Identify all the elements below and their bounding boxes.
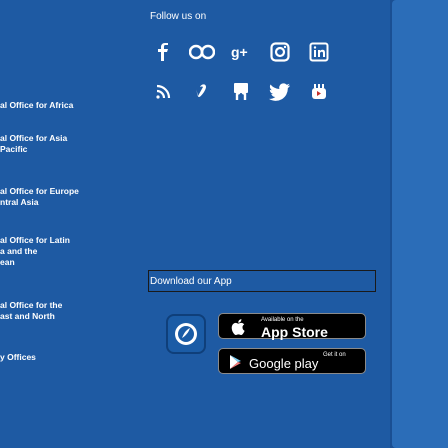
office-link-liaison-offices[interactable]: y Offices <box>0 352 96 363</box>
office-label: al Office for Asia <box>0 133 68 143</box>
office-label: y Offices <box>0 352 36 362</box>
apple-icon <box>231 319 245 335</box>
app-store-name: App Store <box>261 324 328 340</box>
office-label: ean <box>0 257 15 267</box>
facebook-icon[interactable] <box>150 41 176 63</box>
office-link-asia-pacific[interactable]: al Office for Asia Pacific <box>0 133 96 155</box>
linkedin-icon[interactable] <box>306 41 332 63</box>
app-store-button[interactable]: Available on the App Store <box>218 313 366 340</box>
office-label: ast and North <box>0 311 55 321</box>
office-label: al Office for Latin <box>0 235 70 245</box>
office-link-africa[interactable]: al Office for Africa <box>0 100 96 111</box>
office-label: al Office for Europe <box>0 186 79 196</box>
download-app-title: Download our App <box>150 276 232 287</box>
app-store-top-line: Available on the <box>261 317 304 323</box>
office-label: Pacific <box>0 144 28 154</box>
office-link-near-east-north-africa[interactable]: al Office for the ast and North <box>0 300 96 322</box>
vimeo-icon[interactable] <box>189 81 215 103</box>
slideshare-icon[interactable] <box>228 81 254 103</box>
google-play-name: Google play <box>249 356 319 371</box>
regional-offices-list: al Office for Africa al Office for Asia … <box>0 0 100 448</box>
rss-icon[interactable] <box>150 81 176 103</box>
google-plus-icon[interactable]: g+ <box>228 41 254 63</box>
google-play-button[interactable]: Get it on Google play <box>218 348 366 374</box>
twitter-icon[interactable] <box>267 81 293 103</box>
office-label: al Office for Africa <box>0 100 74 110</box>
right-panel <box>392 0 448 448</box>
office-link-europe-central-asia[interactable]: al Office for Europe ntral Asia <box>0 186 96 208</box>
social-icons-row-2 <box>150 81 345 103</box>
page: { "follow_us": { "title": "Follow us on"… <box>0 0 448 448</box>
office-link-latin-america[interactable]: al Office for Latin a and the ean <box>0 235 96 268</box>
google-play-top-line: Get it on <box>323 352 346 358</box>
app-logo <box>166 314 206 354</box>
social-icons-row-1: g+ <box>150 41 345 63</box>
svg-text:g+: g+ <box>231 44 248 60</box>
instagram-icon[interactable] <box>267 41 293 63</box>
google-play-icon <box>230 355 241 369</box>
office-label: ntral Asia <box>0 197 39 207</box>
follow-us-title: Follow us on <box>150 11 207 22</box>
flickr-icon[interactable] <box>189 41 215 63</box>
office-label: al Office for the <box>0 300 63 310</box>
youtube-icon[interactable] <box>306 81 332 103</box>
office-label: a and the <box>0 246 38 256</box>
